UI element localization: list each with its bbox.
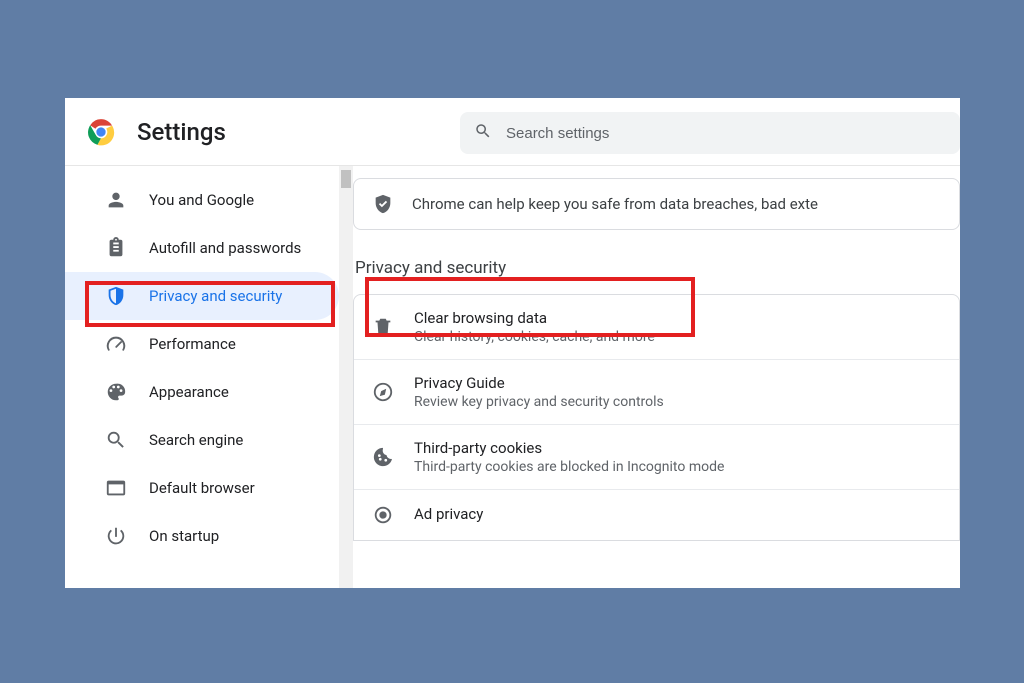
row-title: Third-party cookies [414, 439, 724, 457]
search-settings[interactable] [460, 112, 960, 154]
shield-check-icon [372, 193, 394, 215]
sidebar-item-search-engine[interactable]: Search engine [65, 416, 339, 464]
sidebar-scroll-thumb[interactable] [341, 170, 351, 188]
trash-icon [372, 316, 394, 338]
row-title: Privacy Guide [414, 374, 664, 392]
privacy-security-card: Clear browsing data Clear history, cooki… [353, 294, 960, 541]
power-icon [105, 525, 127, 547]
sidebar-item-label: Appearance [149, 383, 229, 401]
ad-target-icon [372, 504, 394, 526]
sidebar-item-label: On startup [149, 527, 219, 545]
sidebar-item-default-browser[interactable]: Default browser [65, 464, 339, 512]
sidebar-item-label: You and Google [149, 191, 254, 209]
sidebar: You and Google Autofill and passwords Pr… [65, 166, 353, 588]
chrome-logo-icon [87, 118, 115, 146]
row-subtitle: Third-party cookies are blocked in Incog… [414, 459, 724, 475]
sidebar-item-performance[interactable]: Performance [65, 320, 339, 368]
sidebar-item-appearance[interactable]: Appearance [65, 368, 339, 416]
topbar: Settings [65, 98, 960, 166]
palette-icon [105, 381, 127, 403]
search-icon [105, 429, 127, 451]
shield-icon [105, 285, 127, 307]
sidebar-item-label: Privacy and security [149, 287, 282, 305]
sidebar-scrollbar[interactable] [339, 166, 353, 588]
cookie-icon [372, 446, 394, 468]
sidebar-item-autofill[interactable]: Autofill and passwords [65, 224, 339, 272]
sidebar-item-label: Autofill and passwords [149, 239, 301, 257]
row-subtitle: Review key privacy and security controls [414, 394, 664, 410]
settings-window: Settings You and Google Autofill and pas… [65, 98, 960, 588]
compass-icon [372, 381, 394, 403]
person-icon [105, 189, 127, 211]
row-clear-browsing-data[interactable]: Clear browsing data Clear history, cooki… [354, 295, 959, 360]
row-title: Clear browsing data [414, 309, 655, 327]
sidebar-item-privacy-security[interactable]: Privacy and security [65, 272, 339, 320]
clipboard-icon [105, 237, 127, 259]
row-subtitle: Clear history, cookies, cache, and more [414, 329, 655, 345]
row-third-party-cookies[interactable]: Third-party cookies Third-party cookies … [354, 425, 959, 490]
section-title: Privacy and security [355, 258, 960, 278]
page-title: Settings [137, 118, 226, 146]
sidebar-item-label: Default browser [149, 479, 255, 497]
search-input[interactable] [506, 125, 946, 142]
sidebar-item-you-and-google[interactable]: You and Google [65, 176, 339, 224]
sidebar-item-label: Performance [149, 335, 236, 353]
speedometer-icon [105, 333, 127, 355]
search-icon [474, 122, 506, 144]
row-ad-privacy[interactable]: Ad privacy [354, 490, 959, 540]
safety-check-banner[interactable]: Chrome can help keep you safe from data … [353, 178, 960, 230]
browser-window-icon [105, 477, 127, 499]
settings-content: Chrome can help keep you safe from data … [353, 166, 960, 588]
sidebar-item-on-startup[interactable]: On startup [65, 512, 339, 560]
row-privacy-guide[interactable]: Privacy Guide Review key privacy and sec… [354, 360, 959, 425]
row-title: Ad privacy [414, 505, 483, 523]
sidebar-item-label: Search engine [149, 431, 243, 449]
banner-text: Chrome can help keep you safe from data … [412, 195, 818, 213]
